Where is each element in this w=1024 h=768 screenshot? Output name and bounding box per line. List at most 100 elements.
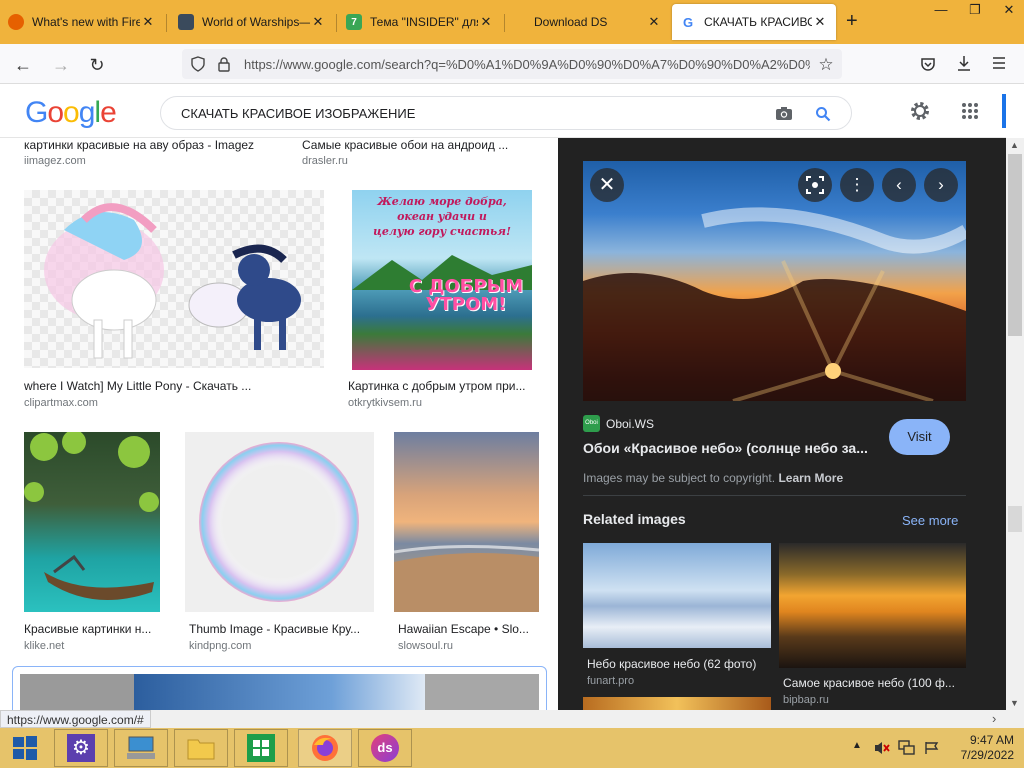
scrollbar-thumb[interactable]: [1008, 154, 1022, 336]
result-image-boat[interactable]: [24, 432, 160, 612]
search-query[interactable]: СКАЧАТЬ КРАСИВОЕ ИЗОБРАЖЕНИЕ: [181, 106, 415, 121]
result-image-pony[interactable]: [24, 190, 324, 368]
forward-icon[interactable]: →: [48, 52, 74, 78]
result-source[interactable]: iimagez.com: [24, 155, 86, 167]
minimize-icon[interactable]: —: [924, 0, 958, 22]
lens-icon[interactable]: [798, 168, 832, 202]
close-tab-icon[interactable]: ✕: [646, 14, 662, 30]
result-caption[interactable]: Hawaiian Escape • Slo...: [398, 622, 538, 636]
related-caption[interactable]: Самое красивое небо (100 ф...: [783, 676, 963, 690]
tab-title: What's new with Fire: [32, 15, 140, 29]
result-caption[interactable]: Красивые картинки н...: [24, 622, 164, 636]
search-icon[interactable]: [815, 106, 831, 122]
seven-icon: 7: [346, 14, 362, 30]
network-icon[interactable]: [898, 740, 916, 756]
pocket-icon[interactable]: [920, 56, 936, 72]
result-caption[interactable]: Thumb Image - Красивые Кру...: [189, 622, 374, 636]
related-source[interactable]: funart.pro: [587, 675, 634, 687]
visit-button[interactable]: Visit: [889, 419, 950, 455]
windows-taskbar: ⚙ ds ▲ 9:47 AM 7/29/2022: [0, 728, 1024, 768]
tab-world-of-warships[interactable]: World of Warships— ✕: [170, 4, 334, 40]
previous-icon[interactable]: ‹: [882, 168, 916, 202]
google-header: Google СКАЧАТЬ КРАСИВОЕ ИЗОБРАЖЕНИЕ: [0, 84, 1006, 138]
camera-icon[interactable]: [775, 106, 793, 121]
clock-date: 7/29/2022: [960, 748, 1014, 762]
scroll-right-icon[interactable]: ›: [992, 711, 996, 726]
result-source[interactable]: otkrytkivsem.ru: [348, 397, 422, 409]
show-hidden-icons[interactable]: ▲: [852, 740, 862, 751]
status-bar: ›: [0, 710, 1024, 728]
result-source[interactable]: slowsoul.ru: [398, 640, 453, 652]
tab-separator: [166, 14, 167, 32]
firefox-taskbar-icon[interactable]: [298, 729, 352, 767]
related-source[interactable]: bipbap.ru: [783, 694, 829, 706]
back-icon[interactable]: ←: [10, 52, 36, 78]
close-tab-icon[interactable]: ✕: [140, 14, 156, 30]
tab-whats-new[interactable]: What's new with Fire ✕: [0, 4, 164, 40]
preview-title[interactable]: Обои «Красивое небо» (солнце небо за...: [583, 440, 873, 456]
result-source[interactable]: kindpng.com: [189, 640, 251, 652]
lock-icon[interactable]: [216, 56, 232, 72]
result-image-bubble[interactable]: [185, 432, 374, 612]
ds-app-icon[interactable]: ds: [358, 729, 412, 767]
settings-gear-icon[interactable]: [909, 100, 931, 122]
more-options-icon[interactable]: ⋮: [840, 168, 874, 202]
result-caption[interactable]: Картинка с добрым утром при...: [348, 379, 538, 393]
apps-grid-icon[interactable]: [961, 102, 979, 120]
tab-title: СКАЧАТЬ КРАСИВОЕ: [704, 15, 812, 29]
page-scrollbar[interactable]: ▲ ▼: [1006, 138, 1024, 711]
account-indicator[interactable]: [1002, 94, 1006, 128]
result-image-sky[interactable]: [20, 674, 539, 711]
tab-insider[interactable]: 7 Тема "INSIDER" для ✕: [338, 4, 502, 40]
related-image-clouds[interactable]: [583, 543, 771, 648]
result-caption[interactable]: where I Watch] My Little Pony - Скачать …: [24, 379, 324, 393]
close-tab-icon[interactable]: ✕: [478, 14, 494, 30]
speaker-muted-icon[interactable]: [874, 741, 890, 755]
url-text[interactable]: https://www.google.com/search?q=%D0%A1%D…: [244, 57, 810, 72]
result-image-sunset-beach[interactable]: [394, 432, 539, 612]
flag-icon[interactable]: [924, 741, 940, 755]
related-caption[interactable]: Небо красивое небо (62 фото): [587, 657, 756, 671]
shield-icon[interactable]: [190, 56, 206, 72]
see-more-link[interactable]: See more: [902, 513, 958, 528]
result-caption[interactable]: картинки красивые на аву образ - Imagez: [24, 138, 274, 152]
link-status-tooltip: https://www.google.com/#: [0, 710, 151, 728]
result-image-good-morning[interactable]: Желаю море добра, океан удачи и целую го…: [352, 190, 532, 370]
google-logo[interactable]: Google: [25, 96, 117, 130]
file-explorer-icon[interactable]: [174, 729, 228, 767]
related-image-golden-sky[interactable]: [779, 543, 966, 668]
computer-icon[interactable]: [114, 729, 168, 767]
close-tab-icon[interactable]: ✕: [812, 14, 828, 30]
result-source[interactable]: clipartmax.com: [24, 397, 98, 409]
scroll-up-icon[interactable]: ▲: [1010, 140, 1019, 150]
card-text: целую гору счастья!: [373, 225, 511, 238]
downloads-icon[interactable]: [956, 55, 972, 72]
learn-more-link[interactable]: Learn More: [778, 471, 843, 485]
scrollbar-thumb-secondary[interactable]: [1008, 506, 1022, 532]
restore-icon[interactable]: ❐: [958, 0, 992, 22]
reload-icon[interactable]: ↻: [84, 52, 110, 78]
menu-icon[interactable]: [992, 57, 1006, 69]
new-tab-button[interactable]: +: [846, 10, 858, 33]
scroll-down-icon[interactable]: ▼: [1010, 698, 1019, 708]
result-source[interactable]: drasler.ru: [302, 155, 348, 167]
start-windows-icon[interactable]: [0, 729, 50, 767]
related-images-heading: Related images: [583, 511, 686, 527]
tab-download-ds[interactable]: Download DS ✕: [506, 4, 670, 40]
bookmark-star-icon[interactable]: ☆: [813, 52, 839, 78]
selected-result-card[interactable]: [12, 666, 547, 711]
close-window-icon[interactable]: ✕: [992, 0, 1024, 22]
next-icon[interactable]: ›: [924, 168, 958, 202]
address-bar[interactable]: https://www.google.com/search?q=%D0%A1%D…: [182, 49, 842, 79]
tab-active-search[interactable]: G СКАЧАТЬ КРАСИВОЕ ✕: [672, 4, 836, 40]
control-panel-icon[interactable]: ⚙: [54, 729, 108, 767]
result-source[interactable]: klike.net: [24, 640, 64, 652]
related-image-next[interactable]: [583, 697, 771, 711]
close-tab-icon[interactable]: ✕: [310, 14, 326, 30]
result-caption[interactable]: Самые красивые обои на андроид ...: [302, 138, 552, 152]
close-preview-button[interactable]: ✕: [590, 168, 624, 202]
search-input[interactable]: СКАЧАТЬ КРАСИВОЕ ИЗОБРАЖЕНИЕ: [160, 96, 852, 130]
clock[interactable]: 9:47 AM 7/29/2022: [954, 733, 1014, 763]
site-name[interactable]: Oboi.WS: [606, 417, 654, 431]
store-icon[interactable]: [234, 729, 288, 767]
